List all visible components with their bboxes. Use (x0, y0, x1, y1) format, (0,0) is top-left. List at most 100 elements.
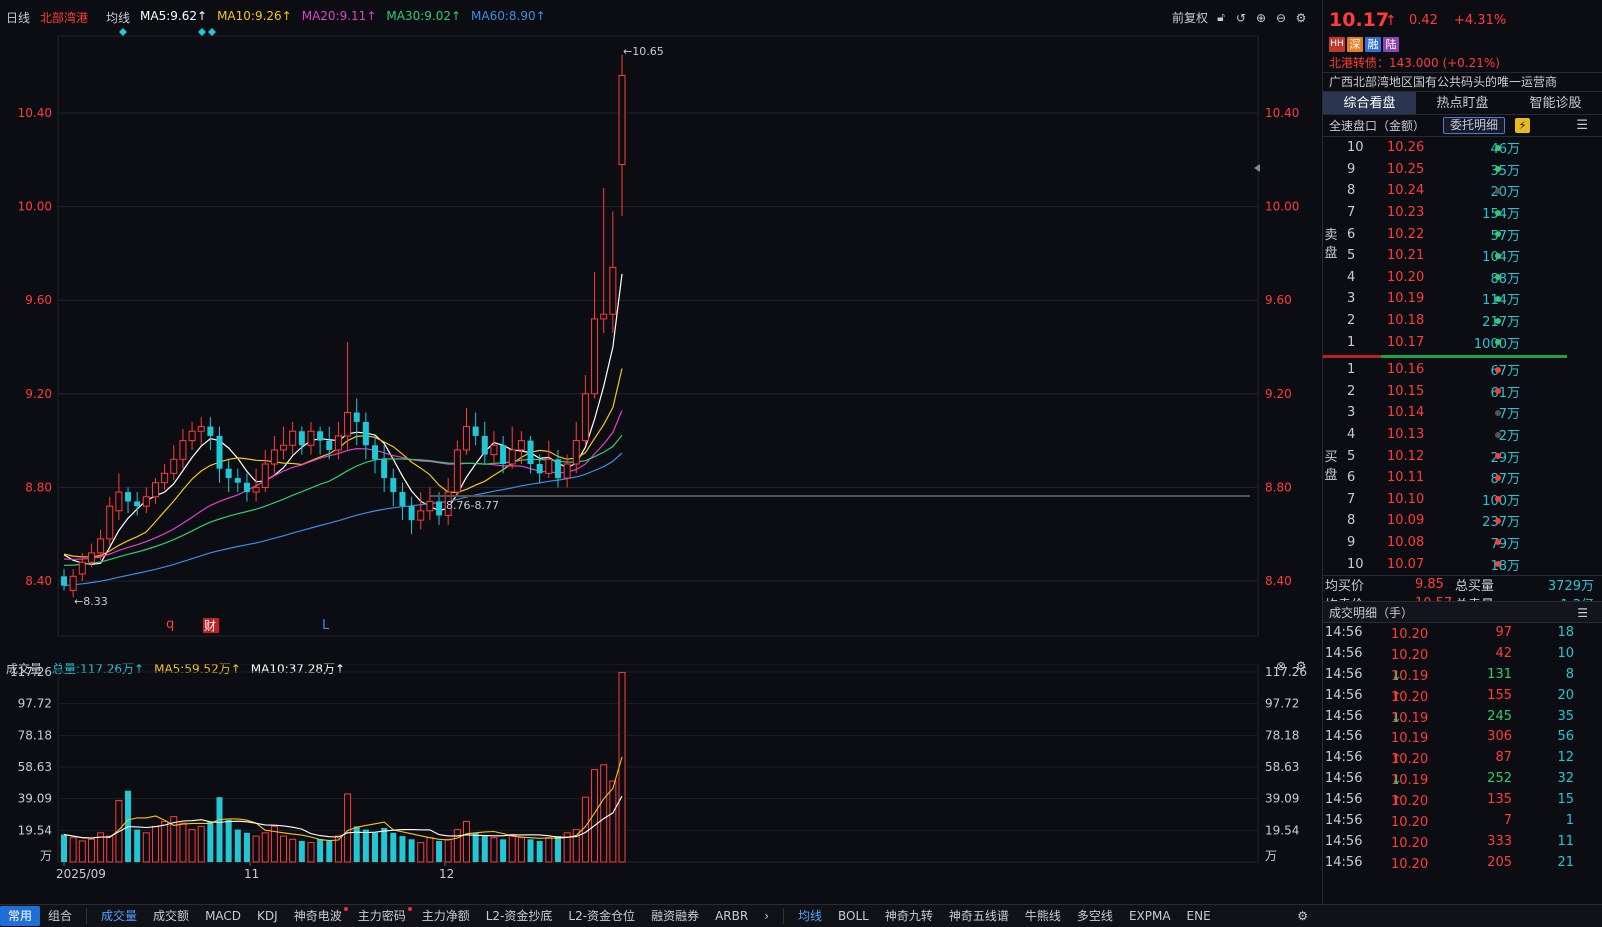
more-tabs-chevron-icon[interactable]: › (756, 906, 777, 926)
trade-row[interactable]: 14:56 10.20 97 18 (1323, 623, 1602, 644)
candle[interactable] (572, 421, 580, 474)
volume-bar[interactable] (280, 835, 288, 863)
buy-order-row[interactable]: 2 10.15 61万 (1323, 381, 1602, 403)
candle[interactable] (207, 417, 214, 450)
trade-row[interactable]: 14:56 10.20 ↑ 135 15 (1323, 790, 1602, 811)
volume-bar[interactable] (436, 840, 443, 862)
trade-row[interactable]: 14:56 10.20 ↑ 155 20 (1323, 686, 1602, 707)
volume-bar[interactable] (390, 832, 397, 862)
buy-order-row[interactable]: 7 10.10 100万 (1323, 489, 1602, 511)
candle[interactable] (151, 478, 159, 504)
tab-overlay[interactable]: 牛熊线 (1017, 906, 1069, 926)
volume-bar[interactable] (517, 837, 525, 863)
volume-bar[interactable] (444, 838, 452, 863)
candle[interactable] (462, 407, 470, 455)
candle[interactable] (106, 496, 114, 546)
tab-overlay[interactable]: 均线 (790, 906, 830, 926)
candle[interactable] (581, 375, 589, 446)
trades-list[interactable]: 14:56 10.20 97 18 14:56 10.20 42 10 14:56 10.19 ↓ 1… (1323, 623, 1602, 874)
kline-chart-area[interactable]: 日线 北部湾港 均线 MA5:9.62↑ MA10:9.26↑ MA20:9.1… (0, 0, 1316, 904)
tab-overlay[interactable]: EXPMA (1121, 906, 1179, 926)
volume-bar[interactable] (78, 840, 86, 863)
buy-order-row[interactable]: 10 10.07 18万 (1323, 553, 1602, 575)
volume-bar[interactable] (527, 839, 534, 862)
volume-bar[interactable] (179, 822, 187, 863)
candle[interactable] (408, 496, 415, 535)
tag-lu[interactable]: 陆 (1383, 36, 1399, 52)
volume-bar[interactable] (600, 764, 608, 863)
volume-bar[interactable] (216, 797, 223, 862)
tab-indicator[interactable]: 主力净额 (414, 906, 478, 926)
candle[interactable] (417, 492, 425, 530)
candle[interactable] (134, 492, 141, 516)
bond-info[interactable]: 北港转债：143.000 (+0.21%) (1323, 54, 1602, 73)
candle[interactable] (490, 431, 498, 464)
volume-bar[interactable] (472, 832, 479, 862)
volume-bar[interactable] (326, 840, 333, 862)
candle[interactable] (188, 421, 196, 450)
volume-bar[interactable] (508, 833, 516, 863)
volume-bar[interactable] (381, 827, 388, 862)
sell-order-row[interactable]: 110.171000万 (1323, 331, 1602, 353)
candle[interactable] (170, 445, 178, 481)
tab-overlay[interactable]: BOLL (830, 906, 877, 926)
candle[interactable] (216, 426, 223, 483)
candle[interactable] (234, 468, 241, 493)
volume-bar[interactable] (481, 836, 488, 862)
candle[interactable] (472, 412, 479, 446)
candle[interactable] (372, 435, 379, 474)
event-mark-cai[interactable]: 财 (204, 619, 216, 633)
volume-bar[interactable] (426, 837, 434, 863)
company-desc[interactable]: 广西北部湾地区国有公共码头的唯一运营商 (1323, 73, 1602, 92)
tab-indicator[interactable]: 融资融券 (643, 906, 707, 926)
tag-shen[interactable]: 深 (1347, 36, 1363, 52)
buy-order-row[interactable]: 1 10.16 67万 (1323, 359, 1602, 381)
candle[interactable] (142, 487, 150, 514)
tab-indicator[interactable]: 成交额 (145, 906, 197, 926)
lightning-icon[interactable]: ⚡ (1515, 118, 1530, 133)
volume-bar[interactable] (298, 840, 305, 862)
candle[interactable] (298, 426, 305, 455)
volume-bar[interactable] (372, 832, 379, 862)
sell-order-row[interactable]: 4 10.20 88万 (1323, 267, 1602, 289)
candle[interactable] (125, 487, 132, 514)
candle[interactable] (69, 569, 77, 598)
tab-overlay[interactable]: 神奇五线谱 (941, 906, 1017, 926)
trade-row[interactable]: 14:56 10.19 ↓ 245 35 (1323, 707, 1602, 728)
trade-row[interactable]: 14:56 10.20 42 10 (1323, 644, 1602, 665)
candle[interactable] (390, 468, 397, 507)
gear-icon[interactable]: ⚙ (1289, 906, 1316, 926)
volume-bar[interactable] (399, 836, 406, 862)
menu-icon[interactable]: ☰ (1577, 602, 1588, 624)
volume-bar[interactable] (362, 829, 369, 862)
sell-order-row[interactable]: 8 10.24 20万 (1323, 180, 1602, 202)
menu-icon[interactable]: ☰ (1576, 118, 1588, 133)
candle[interactable] (280, 426, 288, 460)
trade-row[interactable]: 14:56 10.19 306 56 (1323, 727, 1602, 748)
trade-row[interactable]: 14:56 10.20 205 21 (1323, 853, 1602, 874)
tab-overlay[interactable]: 多空线 (1069, 906, 1121, 926)
volume-bar[interactable] (490, 837, 498, 863)
volume-bar[interactable] (61, 834, 67, 862)
order-detail-button[interactable]: 委托明细 (1443, 117, 1506, 134)
volume-bar[interactable] (462, 820, 470, 863)
candle[interactable] (426, 487, 434, 521)
volume-bar[interactable] (572, 829, 580, 863)
candle[interactable] (600, 187, 608, 333)
trades-title[interactable]: 成交明细（手） (1329, 606, 1413, 620)
candle[interactable] (289, 421, 297, 455)
kline-svg[interactable]: 10.40 10.00 9.60 9.20 8.80 8.40 10.40 10.00 9.6… (0, 0, 1316, 640)
candle[interactable] (399, 482, 406, 521)
tab-indicator[interactable]: L2-资金抄底 (478, 906, 561, 926)
volume-svg[interactable]: 117.26 97.72 78.18 58.63 39.09 19.54 万 117.26 9… (0, 664, 1316, 904)
sell-order-row[interactable]: 2 10.18 217万 (1323, 310, 1602, 332)
volume-bar[interactable] (161, 820, 169, 863)
sell-order-row[interactable]: 3 10.19 114万 (1323, 288, 1602, 310)
buy-order-row[interactable]: 9 10.08 79万 (1323, 532, 1602, 554)
candle[interactable] (353, 398, 360, 446)
tab-indicator[interactable]: 主力密码 (350, 906, 414, 926)
sell-order-row[interactable]: 6 10.22 57万 (1323, 223, 1602, 245)
event-mark-q[interactable]: q (166, 617, 174, 632)
buy-order-row[interactable]: 5 10.12 29万 (1323, 445, 1602, 467)
candle[interactable] (179, 428, 187, 469)
